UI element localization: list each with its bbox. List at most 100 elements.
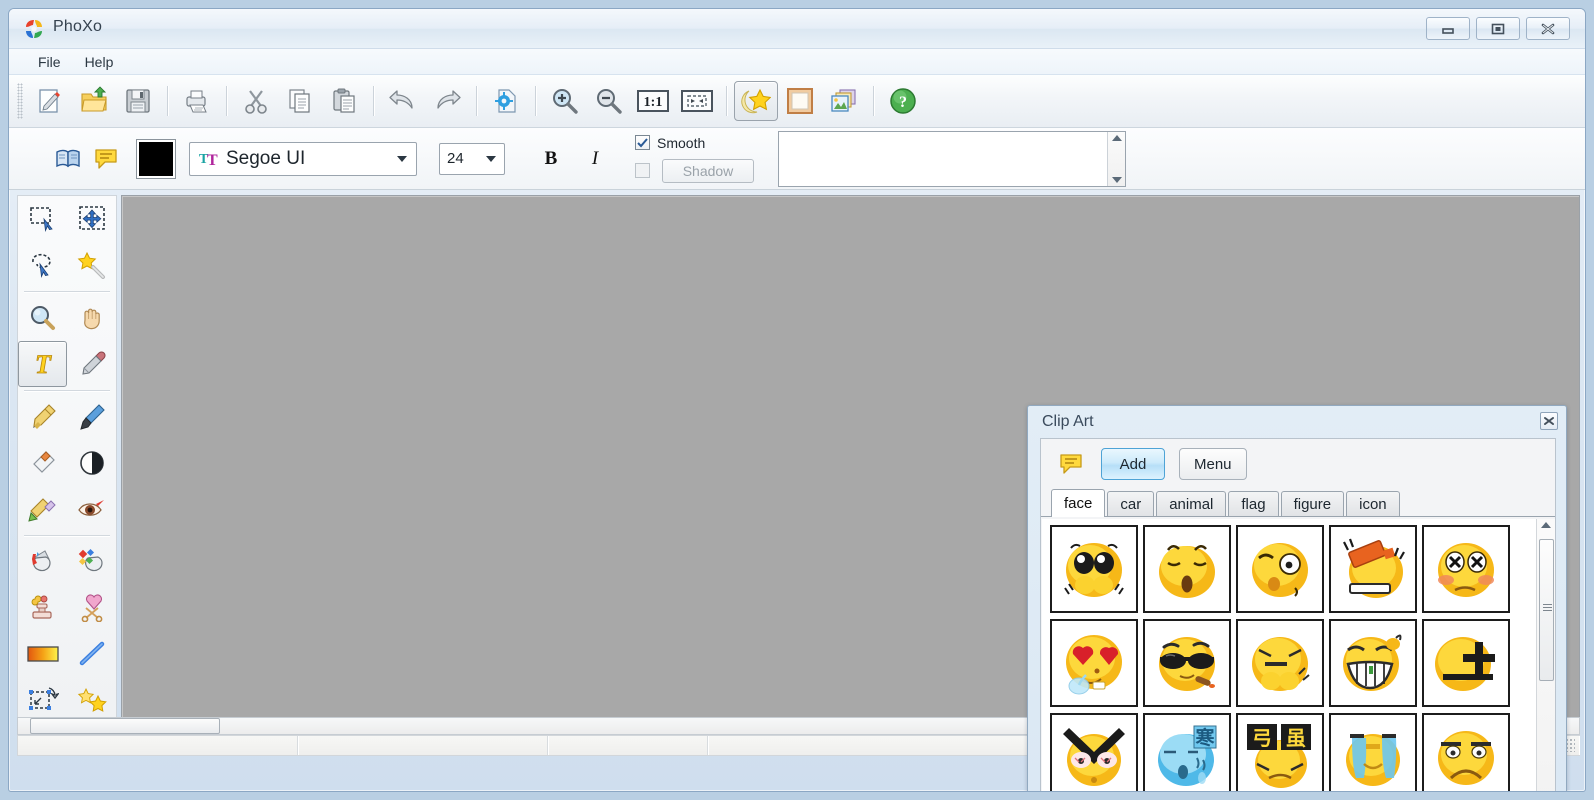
toolbar-separator (873, 86, 874, 116)
font-family-dropdown[interactable]: T T Segoe UI (189, 141, 417, 176)
clip-art-title-text: Clip Art (1042, 413, 1094, 430)
scrollbar-thumb[interactable] (30, 718, 220, 734)
fit-to-window-button[interactable] (675, 81, 719, 121)
tab-icon[interactable]: icon (1346, 491, 1400, 516)
tool-clone-stamp[interactable] (18, 585, 67, 631)
italic-button[interactable]: I (579, 143, 611, 175)
layers-button[interactable] (822, 81, 866, 121)
clipart-item-big-eyes[interactable] (1050, 525, 1138, 613)
clip-art-scrollbar[interactable] (1536, 519, 1555, 791)
speech-bubble-icon[interactable] (1055, 449, 1087, 479)
tool-paintbrush[interactable] (67, 394, 116, 440)
clip-art-title-bar[interactable]: Clip Art (1028, 406, 1566, 438)
clipart-item-cross-mouth[interactable] (1422, 619, 1510, 707)
redo-button[interactable] (425, 81, 469, 121)
frame-button[interactable] (778, 81, 822, 121)
image-settings-button[interactable] (484, 81, 528, 121)
tool-contrast[interactable] (67, 440, 116, 486)
text-input[interactable] (779, 131, 1107, 186)
maximize-button[interactable] (1476, 17, 1520, 40)
tool-cut-shape[interactable] (67, 585, 116, 631)
tab-car[interactable]: car (1107, 491, 1155, 516)
close-button[interactable] (1526, 17, 1570, 40)
zoom-out-button[interactable] (587, 81, 631, 121)
tool-pen[interactable] (18, 394, 67, 440)
workspace: T Clip Art Add Menu face car animal flag… (9, 192, 1585, 791)
clip-art-add-button[interactable]: Add (1101, 448, 1165, 480)
toolbox-separator (24, 535, 110, 536)
clipart-item-flat-mouth[interactable] (1236, 619, 1324, 707)
new-document-button[interactable] (28, 81, 72, 121)
menu-item-help[interactable]: Help (74, 52, 125, 72)
clipart-item-crying[interactable] (1329, 713, 1417, 791)
clipart-item-brick-head[interactable] (1329, 525, 1417, 613)
clipart-item-heart-eyes[interactable] (1050, 619, 1138, 707)
tool-eyedropper[interactable] (67, 341, 116, 387)
clip-art-grid-container: 寒 弓 虽 (1042, 519, 1555, 791)
zoom-in-button[interactable] (543, 81, 587, 121)
cut-button[interactable] (234, 81, 278, 121)
copy-button[interactable] (278, 81, 322, 121)
bold-button[interactable]: B (535, 143, 567, 175)
tab-flag[interactable]: flag (1228, 491, 1279, 516)
shadow-checkbox[interactable] (635, 163, 650, 178)
tool-lasso-select[interactable] (18, 242, 67, 288)
tool-zoom[interactable] (18, 295, 67, 341)
tool-line[interactable] (67, 631, 116, 677)
scroll-up-arrow-icon[interactable] (1111, 134, 1122, 141)
open-file-button[interactable] (72, 81, 116, 121)
paste-button[interactable] (322, 81, 366, 121)
print-button[interactable] (175, 81, 219, 121)
phoxo-logo-icon (23, 18, 45, 40)
undo-button[interactable] (381, 81, 425, 121)
tool-move[interactable] (67, 196, 116, 242)
clipart-item-yawning[interactable] (1143, 525, 1231, 613)
window-title: PhoXo (53, 18, 103, 35)
scroll-up-arrow-icon[interactable] (1541, 522, 1551, 528)
tool-paint-bucket[interactable] (18, 539, 67, 585)
clipart-item-big-grin[interactable] (1329, 619, 1417, 707)
smooth-option-row: Smooth (635, 135, 754, 151)
tool-eraser[interactable] (18, 440, 67, 486)
tab-animal[interactable]: animal (1156, 491, 1227, 516)
font-size-dropdown[interactable]: 24 (439, 142, 505, 175)
scroll-down-arrow-icon[interactable] (1111, 176, 1122, 183)
foreground-color-swatch[interactable] (136, 138, 176, 179)
clip-art-grid: 寒 弓 虽 (1042, 519, 1536, 791)
tab-face[interactable]: face (1051, 489, 1106, 517)
clipart-item-angry-brows[interactable] (1050, 713, 1138, 791)
save-button[interactable] (116, 81, 160, 121)
tool-text[interactable]: T (18, 341, 67, 387)
clipart-item-kanji-face[interactable]: 弓 虽 (1236, 713, 1324, 791)
clipart-item-dizzy-x-eyes[interactable] (1422, 525, 1510, 613)
main-toolbar: 1:1 ? (9, 75, 1585, 128)
shadow-button[interactable]: Shadow (662, 158, 754, 183)
smooth-checkbox[interactable] (635, 135, 650, 150)
toolbar-drag-grip[interactable] (17, 83, 23, 119)
scrollbar-thumb[interactable] (1539, 539, 1554, 681)
speech-bubble-icon[interactable] (87, 142, 125, 176)
actual-size-button[interactable]: 1:1 (631, 81, 675, 121)
clipart-item-frowning[interactable] (1422, 713, 1510, 791)
tool-rectangular-select[interactable] (18, 196, 67, 242)
clip-art-close-button[interactable] (1540, 412, 1558, 430)
tool-hand-pan[interactable] (67, 295, 116, 341)
clip-art-button[interactable] (734, 81, 778, 121)
open-book-icon[interactable] (49, 142, 87, 176)
tool-color-replace[interactable] (67, 539, 116, 585)
tool-gradient[interactable] (18, 631, 67, 677)
tool-blur-sharpen[interactable] (18, 486, 67, 532)
clip-art-menu-button[interactable]: Menu (1179, 448, 1247, 480)
tool-magic-wand[interactable] (67, 242, 116, 288)
tab-figure[interactable]: figure (1280, 491, 1345, 516)
clipart-item-cold-blue[interactable]: 寒 (1143, 713, 1231, 791)
status-pane-3 (548, 736, 708, 755)
menu-item-file[interactable]: File (27, 52, 72, 72)
tool-red-eye[interactable] (67, 486, 116, 532)
clipart-item-sunglasses[interactable] (1143, 619, 1231, 707)
status-pane-2 (298, 736, 548, 755)
text-input-scrollbar[interactable] (1107, 131, 1125, 186)
clipart-item-winking[interactable] (1236, 525, 1324, 613)
minimize-button[interactable] (1426, 17, 1470, 40)
help-button[interactable]: ? (881, 81, 925, 121)
